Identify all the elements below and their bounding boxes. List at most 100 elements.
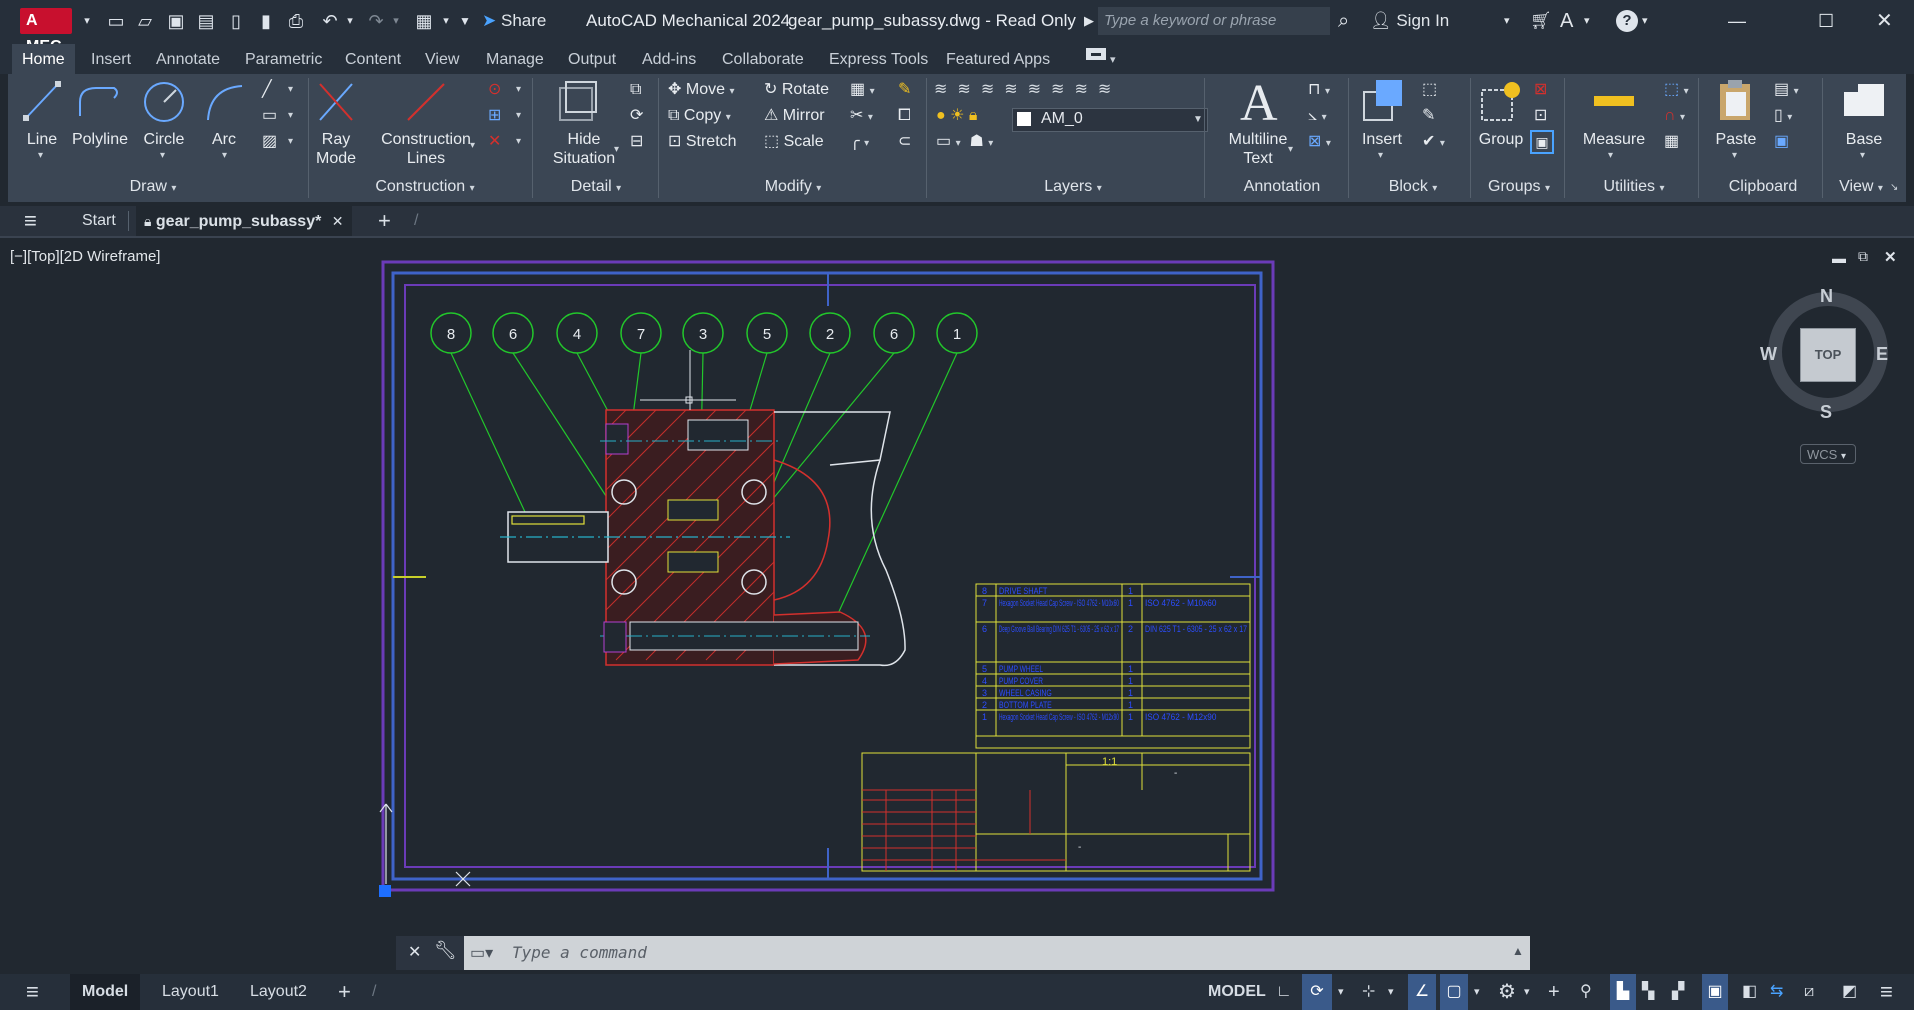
app-menu-caret-icon[interactable]: ▾ xyxy=(80,8,94,34)
model-tab[interactable]: Model xyxy=(70,974,141,1010)
group-selection-toggle-icon[interactable]: ▣ xyxy=(1530,130,1554,154)
rotate-button[interactable]: ↻ Rotate xyxy=(764,80,829,100)
import-icon[interactable]: ▮ xyxy=(254,8,278,34)
save-icon[interactable]: ▣ xyxy=(164,8,188,34)
viewport-restore-icon[interactable]: ⧉ xyxy=(1858,248,1868,265)
groups-panel-title[interactable]: Groups ▾ xyxy=(1474,178,1564,200)
customize-command-icon[interactable]: 🔧︎ xyxy=(434,940,457,961)
detail-view-icon[interactable]: ⊟ xyxy=(630,132,643,152)
construction-circle-caret-icon[interactable]: ▾ xyxy=(516,84,521,95)
object-snap-icon[interactable]: ▢ xyxy=(1440,974,1468,1010)
drawing-canvas[interactable]: 864735261 8 DRIVE SHAFT 17 Hexagon Socke… xyxy=(0,238,1914,968)
share-button[interactable]: ➤ Share xyxy=(482,8,546,34)
construction-lines-button[interactable]: Construction Lines xyxy=(374,130,478,168)
stretch-button[interactable]: ⊡ Stretch xyxy=(668,132,737,152)
viewcube-top-face[interactable]: TOP xyxy=(1800,328,1856,382)
tab-collaborate[interactable]: Collaborate xyxy=(722,44,804,74)
annotation-monitor-icon[interactable]: ⚲ xyxy=(1580,974,1592,1010)
close-tab-icon[interactable]: ✕ xyxy=(332,213,344,229)
insert-caret-icon[interactable]: ▾ xyxy=(1378,150,1383,161)
rectangle-icon[interactable]: ▭ xyxy=(262,106,277,126)
object-snap-caret-icon[interactable]: ▾ xyxy=(1474,974,1480,1010)
command-history-icon[interactable]: ▭▾ xyxy=(470,943,493,963)
construction-delete-icon[interactable]: ✕ xyxy=(488,132,501,152)
viewcube-north[interactable]: N xyxy=(1820,286,1833,307)
model-space-button[interactable]: MODEL xyxy=(1208,974,1266,1010)
hide-situation-caret-icon[interactable]: ▾ xyxy=(614,144,619,155)
create-block-icon[interactable]: ⬚ xyxy=(1422,80,1437,100)
tab-parametric[interactable]: Parametric xyxy=(245,44,322,74)
paste-button[interactable]: Paste xyxy=(1708,130,1764,149)
sign-in-button[interactable]: 👤︎ Sign In xyxy=(1370,8,1449,34)
construction-delete-caret-icon[interactable]: ▾ xyxy=(516,136,521,147)
quick-select-icon[interactable]: ⬚ ▾ xyxy=(1664,80,1689,102)
selection-cycling-icon[interactable]: ▚ xyxy=(1642,974,1654,1010)
viewport-close-icon[interactable]: ✕ xyxy=(1884,248,1897,266)
spline-icon[interactable]: ╱ xyxy=(262,80,272,100)
close-icon[interactable]: ✕ xyxy=(1876,8,1893,34)
mirror-button[interactable]: ⚠ Mirror xyxy=(764,106,825,126)
multiline-text-caret-icon[interactable]: ▾ xyxy=(1288,144,1293,155)
viewcube-south[interactable]: S xyxy=(1820,402,1832,423)
sign-in-caret-icon[interactable]: ▾ xyxy=(1504,8,1510,34)
quick-view-icon[interactable]: ◧ xyxy=(1742,974,1757,1010)
redo-caret-icon[interactable]: ▾ xyxy=(390,8,402,34)
block-attributes-icon[interactable]: ✔ ▾ xyxy=(1422,132,1445,154)
new-file-icon[interactable]: ▭ xyxy=(104,8,128,34)
export-icon[interactable]: ▯ xyxy=(224,8,248,34)
detail-rotate-icon[interactable]: ⟳ xyxy=(630,106,643,126)
layout-menu-icon[interactable]: ≡ xyxy=(26,974,39,1010)
clean-screen-icon[interactable]: ⇆ xyxy=(1770,974,1783,1010)
circle-button[interactable]: Circle xyxy=(142,130,186,149)
move-button[interactable]: ✥ Move ▾ xyxy=(668,80,734,102)
maximize-icon[interactable]: ☐ xyxy=(1818,8,1834,34)
table-icon[interactable]: ⊠ ▾ xyxy=(1308,132,1331,154)
autodesk-a360-icon[interactable]: A xyxy=(1560,8,1573,34)
hide-situation-button[interactable]: Hide Situation xyxy=(544,130,624,168)
open-file-icon[interactable]: ▱ xyxy=(133,8,157,34)
calculator-icon[interactable]: ▦ xyxy=(1664,132,1679,152)
viewport-minimize-icon[interactable]: ▬ xyxy=(1832,250,1846,266)
tab-home[interactable]: Home xyxy=(12,44,75,74)
customization-menu-icon[interactable]: ≡ xyxy=(1880,974,1893,1010)
customize-qat-icon[interactable]: ▼ xyxy=(458,8,472,34)
polar-tracking-icon[interactable]: ∠ xyxy=(1408,974,1436,1010)
construction-lines-caret-icon[interactable]: ▾ xyxy=(470,140,475,151)
isolate-objects-icon[interactable]: ▞ xyxy=(1672,974,1684,1010)
fillet-icon[interactable]: ╭ ▾ xyxy=(850,132,869,154)
copy-clip-icon[interactable]: ▯ ▾ xyxy=(1774,106,1792,128)
viewcube-east[interactable]: E xyxy=(1876,344,1888,365)
tab-content[interactable]: Content xyxy=(345,44,401,74)
full-screen-icon[interactable]: ◩ xyxy=(1842,974,1857,1010)
a360-caret-icon[interactable]: ▾ xyxy=(1584,8,1590,34)
search-input[interactable]: Type a keyword or phrase xyxy=(1098,7,1330,35)
arc-button[interactable]: Arc xyxy=(204,130,244,149)
command-expand-icon[interactable]: ▲ xyxy=(1512,944,1524,958)
tab-featured-apps[interactable]: Featured Apps xyxy=(946,44,1050,74)
tab-insert[interactable]: Insert xyxy=(91,44,131,74)
tab-output[interactable]: Output xyxy=(568,44,616,74)
crosshair-icon[interactable]: + xyxy=(1548,974,1560,1010)
offset-icon[interactable]: ⊂ xyxy=(898,132,911,152)
construction-circle-icon[interactable]: ⊙ xyxy=(488,80,501,100)
snap-caret-icon[interactable]: ▾ xyxy=(1338,974,1344,1010)
edit-block-icon[interactable]: ✎ xyxy=(1422,106,1435,126)
ungroup-icon[interactable]: ⊠ xyxy=(1534,80,1547,100)
match-properties-icon[interactable]: ▣ xyxy=(1774,132,1789,152)
spline-caret-icon[interactable]: ▾ xyxy=(288,84,293,95)
panel-launcher-icon[interactable]: ↘ xyxy=(1890,182,1898,193)
new-layout-icon[interactable]: + xyxy=(338,974,351,1010)
new-tab-icon[interactable]: + xyxy=(378,206,391,236)
modify-panel-title[interactable]: Modify ▾ xyxy=(748,178,838,200)
explode-icon[interactable]: ⧠ xyxy=(898,106,911,126)
measure-button[interactable]: Measure xyxy=(1574,130,1654,149)
clipboard-panel-title[interactable]: Clipboard xyxy=(1708,178,1818,200)
arc-caret-icon[interactable]: ▾ xyxy=(222,150,227,161)
array-icon[interactable]: ▦ ▾ xyxy=(850,80,875,102)
settings-caret-icon[interactable]: ▾ xyxy=(1524,974,1530,1010)
drawing-viewport[interactable]: 864735261 8 DRIVE SHAFT 1 7 Hexagon Sock… xyxy=(0,238,1914,968)
plot-icon[interactable]: ⎙ xyxy=(284,8,308,34)
help-icon[interactable]: ? xyxy=(1616,10,1638,32)
layer-dropdown[interactable]: AM_0 ▼ xyxy=(1012,108,1208,132)
layer-properties-icon[interactable]: ▭ ▾ ☗ ▾ xyxy=(936,132,993,154)
